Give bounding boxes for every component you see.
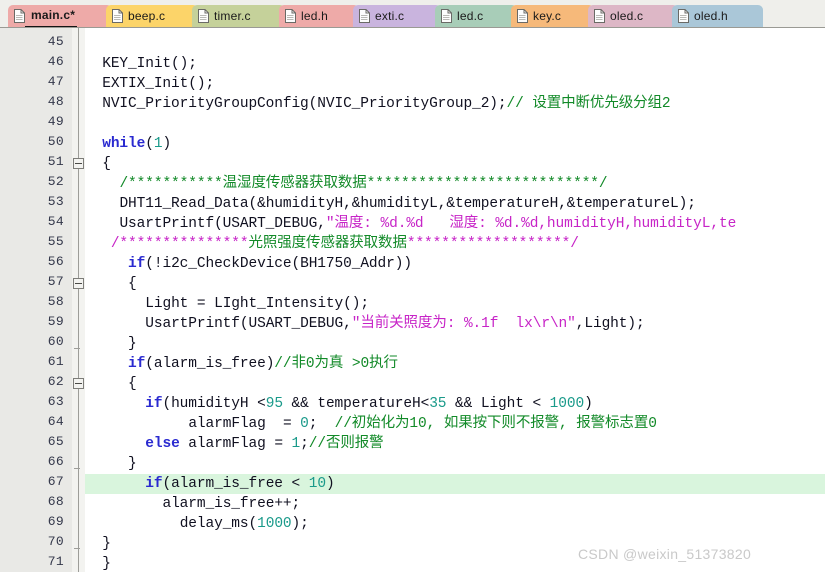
document-icon <box>678 9 689 23</box>
code-line[interactable]: if(humidityH <95 && temperatureH<35 && L… <box>85 394 825 414</box>
code-line[interactable]: if(alarm_is_free < 10) <box>85 474 825 494</box>
editor-tab-label: main.c* <box>25 5 78 27</box>
line-number: 55 <box>47 234 64 249</box>
line-number: 56 <box>47 254 64 269</box>
line-number: 66 <box>47 454 64 469</box>
code-line[interactable] <box>85 114 825 134</box>
code-line[interactable]: UsartPrintf(USART_DEBUG,"温度: %d.%d 湿度: %… <box>85 214 825 234</box>
editor-tab-label: key.c <box>533 9 562 23</box>
fold-collapse-icon[interactable] <box>73 278 84 289</box>
editor-tab-led-h[interactable]: led.h <box>279 5 359 27</box>
editor-tab-led-c[interactable]: led.c <box>435 5 517 27</box>
fold-rail-line <box>78 28 79 572</box>
document-icon <box>112 9 123 23</box>
code-line[interactable]: { <box>85 274 825 294</box>
code-line[interactable]: { <box>85 374 825 394</box>
line-number: 58 <box>47 294 64 309</box>
line-number-gutter: 45 46 47 48 49 50 51 52 53 54 55 56 57 58 59 60 61 62 63 64… <box>0 28 72 572</box>
document-icon <box>441 9 452 23</box>
editor-tab-label: beep.c <box>128 9 166 23</box>
line-number: 62 <box>47 374 64 389</box>
document-icon <box>14 9 25 23</box>
document-icon <box>198 9 209 23</box>
fold-end-marker <box>74 348 80 349</box>
code-line[interactable]: if(alarm_is_free)//非0为真 >0执行 <box>85 354 825 374</box>
fold-collapse-icon[interactable] <box>73 378 84 389</box>
editor-tab-label: oled.h <box>694 9 728 23</box>
editor-tab-label: led.c <box>457 9 484 23</box>
editor-tab-label: oled.c <box>610 9 644 23</box>
document-icon <box>517 9 528 23</box>
editor-tab-exti-c[interactable]: exti.c <box>353 5 441 27</box>
watermark-text: CSDN @weixin_51373820 <box>578 546 752 562</box>
line-number: 57 <box>47 274 64 289</box>
code-line[interactable]: KEY_Init(); <box>85 54 825 74</box>
editor-tab-key-c[interactable]: key.c <box>511 5 594 27</box>
line-number: 71 <box>47 554 64 569</box>
code-line[interactable]: } <box>85 454 825 474</box>
line-number: 53 <box>47 194 64 209</box>
line-number: 51 <box>47 154 64 169</box>
line-number: 49 <box>47 114 64 129</box>
code-line[interactable]: UsartPrintf(USART_DEBUG,"当前关照度为: %.1f lx… <box>85 314 825 334</box>
editor-tab-label: led.h <box>301 9 329 23</box>
line-number: 69 <box>47 514 64 529</box>
code-line[interactable]: alarm_is_free++; <box>85 494 825 514</box>
code-line[interactable]: NVIC_PriorityGroupConfig(NVIC_PriorityGr… <box>85 94 825 114</box>
line-number: 63 <box>47 394 64 409</box>
editor-tab-main-c-[interactable]: main.c* <box>8 5 112 27</box>
code-line[interactable]: Light = LIght_Intensity(); <box>85 294 825 314</box>
line-number: 47 <box>47 74 64 89</box>
line-number: 45 <box>47 34 64 49</box>
code-line[interactable]: alarmFlag = 0; //初始化为10, 如果按下则不报警, 报警标志置… <box>85 414 825 434</box>
line-number: 46 <box>47 54 64 69</box>
document-icon <box>594 9 605 23</box>
line-number: 60 <box>47 334 64 349</box>
line-number: 61 <box>47 354 64 369</box>
editor-tab-beep-c[interactable]: beep.c <box>106 5 198 27</box>
line-number: 64 <box>47 414 64 429</box>
editor-tab-bar[interactable]: main.c* beep.c timer.c led.h exti.c led.c key.… <box>0 0 825 28</box>
code-line[interactable]: /***************光照强度传感器获取数据*************… <box>85 234 825 254</box>
code-line[interactable] <box>85 34 825 54</box>
line-number: 48 <box>47 94 64 109</box>
editor-tab-oled-c[interactable]: oled.c <box>588 5 678 27</box>
editor-tab-label: timer.c <box>214 9 251 23</box>
document-icon <box>359 9 370 23</box>
line-number: 70 <box>47 534 64 549</box>
code-line[interactable]: if(!i2c_CheckDevice(BH1750_Addr)) <box>85 254 825 274</box>
fold-end-marker <box>74 468 80 469</box>
line-number: 50 <box>47 134 64 149</box>
editor-tab-label: exti.c <box>375 9 405 23</box>
code-line[interactable]: EXTIX_Init(); <box>85 74 825 94</box>
code-line[interactable]: { <box>85 154 825 174</box>
document-icon <box>285 9 296 23</box>
code-line[interactable]: while(1) <box>85 134 825 154</box>
code-line[interactable]: else alarmFlag = 1;//否则报警 <box>85 434 825 454</box>
line-number: 52 <box>47 174 64 189</box>
code-line[interactable]: /***********温湿度传感器获取数据******************… <box>85 174 825 194</box>
code-text-area[interactable]: KEY_Init(); EXTIX_Init(); NVIC_PriorityG… <box>85 28 825 572</box>
line-number: 67 <box>47 474 64 489</box>
line-number: 59 <box>47 314 64 329</box>
editor-tab-oled-h[interactable]: oled.h <box>672 5 763 27</box>
editor-tab-timer-c[interactable]: timer.c <box>192 5 285 27</box>
fold-end-marker <box>74 548 80 549</box>
code-line[interactable]: } <box>85 334 825 354</box>
fold-collapse-icon[interactable] <box>73 158 84 169</box>
code-line[interactable]: DHT11_Read_Data(&humidityH,&humidityL,&t… <box>85 194 825 214</box>
line-number: 54 <box>47 214 64 229</box>
code-line[interactable]: delay_ms(1000); <box>85 514 825 534</box>
line-number: 68 <box>47 494 64 509</box>
code-editor[interactable]: 45 46 47 48 49 50 51 52 53 54 55 56 57 58 59 60 61 62 63 64… <box>0 28 825 572</box>
line-number: 65 <box>47 434 64 449</box>
